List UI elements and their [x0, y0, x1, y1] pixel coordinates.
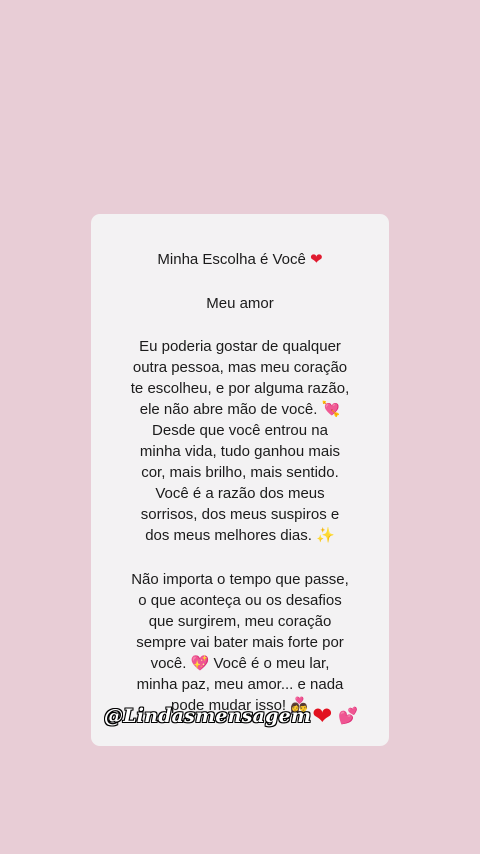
- text-line: Não importa o tempo que passe,: [131, 571, 349, 588]
- paragraph-2: Não importa o tempo que passe, o que aco…: [101, 569, 379, 716]
- text-segment: ele não abre mão de você.: [139, 401, 318, 418]
- message-card: Minha Escolha é Você ❤ Meu amor Eu poder…: [91, 214, 389, 746]
- heart-arrow-icon: 💘: [321, 400, 341, 418]
- text-line: te escolheu, e por alguma razão,: [130, 380, 350, 397]
- text-line: sempre vai bater mais forte por: [136, 634, 344, 651]
- red-heart-icon: ❤: [312, 702, 333, 730]
- red-heart-icon: ❤: [310, 250, 323, 268]
- watermark-handle: @Lindasmensagem: [104, 705, 312, 727]
- text-line: Desde que você entrou na: [152, 422, 328, 439]
- watermark: @Lindasmensagem ❤ 💕: [104, 701, 358, 731]
- text-line: o que aconteça ou os desafios: [138, 592, 342, 609]
- text-line: outra pessoa, mas meu coração: [132, 359, 348, 376]
- paragraph-1: Eu poderia gostar de qualquer outra pess…: [101, 336, 379, 546]
- text-segment: você.: [150, 655, 187, 672]
- text-line: Você é a razão dos meus: [155, 485, 325, 502]
- text-line: minha vida, tudo ganhou mais: [139, 443, 341, 460]
- greeting: Meu amor: [206, 295, 274, 312]
- text-line: cor, mais brilho, mais sentido.: [141, 464, 339, 481]
- text-line: minha paz, meu amor... e nada: [136, 676, 344, 693]
- sparkles-icon: ✨: [316, 526, 335, 544]
- text-line: Eu poderia gostar de qualquer: [139, 338, 341, 355]
- text-line: você. 💖 Você é o meu lar,: [101, 653, 379, 674]
- text-segment: Você é o meu lar,: [213, 655, 330, 672]
- sparkling-heart-icon: 💖: [190, 654, 210, 672]
- text-line: ele não abre mão de você. 💘: [101, 399, 379, 420]
- text-line: dos meus melhores dias. ✨: [101, 525, 379, 546]
- text-line: que surgirem, meu coração: [148, 613, 332, 630]
- title-text: Minha Escolha é Você: [157, 251, 306, 268]
- text-segment: dos meus melhores dias.: [145, 527, 312, 544]
- two-hearts-icon: 💕: [338, 706, 359, 725]
- message-title: Minha Escolha é Você ❤: [101, 249, 379, 270]
- text-line: sorrisos, dos meus suspiros e: [140, 506, 340, 523]
